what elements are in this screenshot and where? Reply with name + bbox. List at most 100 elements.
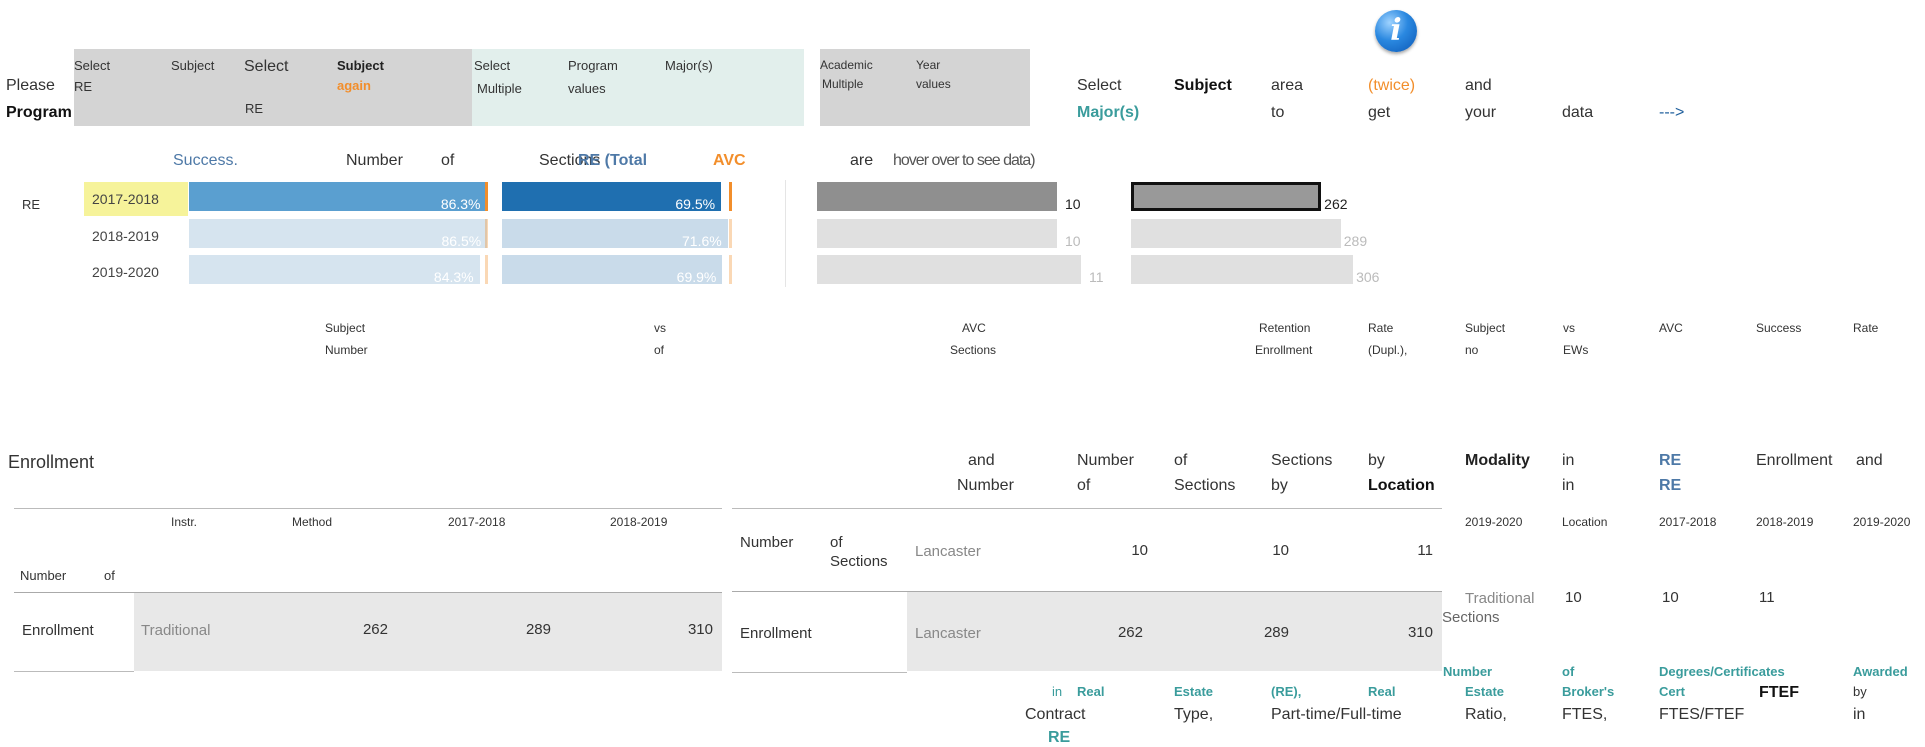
table3-header-word: Modality <box>1465 452 1530 469</box>
sections-bar[interactable] <box>817 182 1057 211</box>
table3-header: 2018-2019 <box>1756 515 1814 529</box>
info-icon[interactable]: i <box>1375 10 1417 52</box>
enrollment-bar-label: 306 <box>1356 269 1380 285</box>
caption-word: vs <box>1563 321 1575 335</box>
table1-cell: 289 <box>525 621 551 638</box>
table3-header-word: RE <box>1659 452 1682 469</box>
caption-word: Number <box>325 343 368 357</box>
sections-bar-label: 11 <box>1089 269 1104 285</box>
table1-row-bg <box>134 593 722 671</box>
success-target-tick[interactable] <box>485 182 488 211</box>
instruction-word: your <box>1465 104 1497 121</box>
table2-cell: 310 <box>1407 624 1433 641</box>
row-label: RE <box>22 197 41 212</box>
title-word: of <box>441 152 455 169</box>
table2-cell: Number <box>740 534 794 551</box>
enrollment-bar[interactable] <box>1131 219 1341 248</box>
table2-header-word: Location <box>1368 477 1435 494</box>
table3-cell: Traditional <box>1465 590 1535 607</box>
instruction-word: Major(s) <box>1077 104 1140 121</box>
enrollment-bar[interactable] <box>1131 255 1354 284</box>
sections-bar-label: 10 <box>1065 233 1081 249</box>
table2-row-bg <box>907 592 1442 671</box>
success-bar-label: 86.3% <box>440 196 481 212</box>
caption-word: Subject <box>325 321 366 335</box>
success-target-tick[interactable] <box>485 219 488 248</box>
caption-word: AVC <box>962 321 986 335</box>
footer-word: Broker's <box>1562 684 1615 699</box>
retention-target-tick[interactable] <box>729 182 732 211</box>
instruction-word: (twice) <box>1368 77 1416 94</box>
table1-header: Instr. <box>171 515 198 529</box>
table1-cell: Enrollment <box>22 622 94 639</box>
retention-bar-label: 71.6% <box>682 233 722 249</box>
table2-cell: 10 <box>1131 542 1148 559</box>
instruction-word: and <box>1465 77 1492 94</box>
caption-word: Retention <box>1259 321 1311 335</box>
instruction-word: get <box>1368 104 1391 121</box>
footer-word: Estate <box>1465 684 1505 699</box>
success-bar-label: 86.5% <box>441 233 482 249</box>
caption-word: no <box>1465 343 1479 357</box>
title-word: AVC <box>713 152 746 169</box>
table2-header-word: Number <box>957 477 1014 494</box>
title-word: are <box>850 152 874 169</box>
footer-word: Part-time/Full-time <box>1271 706 1402 723</box>
caption-word: Rate <box>1853 321 1879 335</box>
table2-cell: 262 <box>1117 624 1143 641</box>
table2-cell: 11 <box>1417 542 1433 559</box>
instruction-word: area <box>1271 77 1304 94</box>
footer-word: Type, <box>1174 706 1214 723</box>
table1-cell: Traditional <box>141 622 211 639</box>
table1-header: 2017-2018 <box>448 515 506 529</box>
table3-cell: 11 <box>1759 589 1775 606</box>
table3-header-word: in <box>1562 452 1575 469</box>
chart-divider <box>785 180 786 287</box>
footer-word: FTES/FTEF <box>1659 706 1745 723</box>
title-word: Success. <box>173 152 238 169</box>
sections-bar[interactable] <box>817 219 1057 248</box>
table1-row-label: Number <box>20 568 67 583</box>
table2-rule <box>732 672 907 673</box>
retention-target-tick[interactable] <box>729 255 732 284</box>
footer-word: Awarded <box>1853 664 1908 679</box>
table1-row-label: of <box>104 568 115 583</box>
table2-header-word: by <box>1271 477 1288 494</box>
table2-cell: Sections <box>830 553 888 570</box>
program-major-filter-panel[interactable]: Select Multiple Program values Major(s) <box>472 49 804 126</box>
table1-header: Method <box>292 515 333 529</box>
caption-word: (Dupl.), <box>1368 343 1408 357</box>
enrollment-bar[interactable] <box>1131 182 1322 211</box>
table2-rule <box>732 508 1442 509</box>
table3-header: 2017-2018 <box>1659 515 1717 529</box>
retention-target-tick[interactable] <box>729 219 732 248</box>
success-target-tick[interactable] <box>485 255 488 284</box>
footer-word: FTES, <box>1562 706 1608 723</box>
academic-year-filter-panel[interactable]: Academic Multiple Year values <box>820 49 1030 126</box>
table3-cell: 10 <box>1662 589 1679 606</box>
table3-header-word: Enrollment <box>1756 452 1833 469</box>
program-label: Program <box>6 104 72 121</box>
footer-word: FTEF <box>1759 684 1799 701</box>
table1-header: 2018-2019 <box>610 515 668 529</box>
title-word: Number <box>346 152 403 169</box>
table2-cell: of <box>830 534 843 551</box>
table2-header-word: Sections <box>1271 452 1333 469</box>
table2-cell: 10 <box>1272 542 1289 559</box>
instruction-word: data <box>1562 104 1594 121</box>
sections-bar[interactable] <box>817 255 1081 284</box>
caption-word: Enrollment <box>1255 343 1313 357</box>
table1-cell: 262 <box>362 621 388 638</box>
caption-word: AVC <box>1659 321 1683 335</box>
footer-word: Degrees/Certificates <box>1659 664 1785 679</box>
table2-header-word: and <box>968 452 995 469</box>
subject-filter-panel[interactable]: Select RE Subject Select RE Subject agai… <box>74 49 472 126</box>
footer-word: by <box>1853 684 1867 699</box>
table2-header-word: Number <box>1077 452 1134 469</box>
instruction-word: Subject <box>1174 77 1232 94</box>
title-word: RE (Total <box>578 152 648 169</box>
year-label: 2017-2018 <box>92 191 159 207</box>
caption-word: vs <box>654 321 666 335</box>
table1-cell: 310 <box>687 621 713 638</box>
table3-header: 2019-2020 <box>1465 515 1523 529</box>
